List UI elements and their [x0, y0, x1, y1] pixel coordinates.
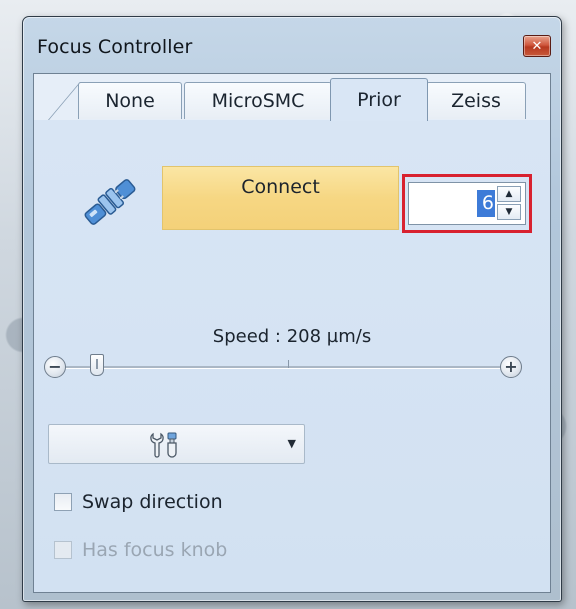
increase-speed-button[interactable]: +	[500, 356, 522, 378]
stepper-buttons: ▲ ▼	[497, 186, 523, 221]
has-focus-knob-label: Has focus knob	[82, 539, 228, 561]
swap-direction-row[interactable]: Swap direction	[54, 490, 223, 514]
title-bar[interactable]: Focus Controller ✕	[23, 17, 561, 73]
tab-microsmc[interactable]: MicroSMC	[184, 82, 332, 119]
close-icon: ✕	[531, 38, 543, 54]
minus-icon: −	[48, 357, 62, 376]
arrow-down-icon: ▼	[505, 207, 513, 217]
tab-label: MicroSMC	[211, 90, 305, 112]
tab-zeiss[interactable]: Zeiss	[426, 82, 526, 119]
plus-icon: +	[504, 357, 518, 376]
step-up-button[interactable]: ▲	[497, 186, 521, 202]
step-down-button[interactable]: ▼	[497, 204, 521, 220]
focus-controller-window: Focus Controller ✕ None MicroSMC Prior Z…	[22, 16, 562, 602]
tab-prior[interactable]: Prior	[330, 78, 428, 121]
tab-label: Prior	[357, 89, 401, 111]
tab-none[interactable]: None	[78, 82, 182, 119]
connect-label: Connect	[241, 176, 320, 198]
tab-strip: None MicroSMC Prior Zeiss	[34, 74, 550, 121]
tab-label: Zeiss	[451, 90, 501, 112]
arrow-up-icon: ▲	[505, 189, 513, 199]
decrease-speed-button[interactable]: −	[44, 356, 66, 378]
close-button[interactable]: ✕	[523, 35, 551, 57]
has-focus-knob-checkbox	[54, 541, 72, 559]
tools-icon	[150, 432, 177, 458]
prior-tab-panel: Connect 6 ▲ ▼ Speed : 208 µm/s − + ▼ Swa…	[34, 120, 550, 592]
has-focus-knob-row: Has focus knob	[54, 538, 227, 562]
tab-label: None	[105, 90, 155, 112]
stepper-value[interactable]: 6	[477, 190, 495, 217]
window-title: Focus Controller	[37, 36, 193, 58]
slider-tick	[288, 360, 289, 368]
swap-direction-label: Swap direction	[82, 491, 223, 513]
client-area: None MicroSMC Prior Zeiss Connect 6 ▲ ▼ …	[33, 73, 551, 593]
swap-direction-checkbox[interactable]	[54, 493, 72, 511]
speed-label: Speed : 208 µm/s	[212, 326, 372, 347]
numeric-stepper[interactable]: 6 ▲ ▼	[408, 182, 526, 225]
connect-button[interactable]: Connect	[162, 166, 399, 230]
speed-slider-thumb[interactable]	[90, 354, 104, 376]
chevron-down-icon: ▼	[287, 437, 296, 450]
device-dropdown[interactable]: ▼	[48, 424, 305, 464]
speed-slider-track[interactable]	[64, 366, 504, 369]
plug-connection-icon	[84, 179, 136, 225]
